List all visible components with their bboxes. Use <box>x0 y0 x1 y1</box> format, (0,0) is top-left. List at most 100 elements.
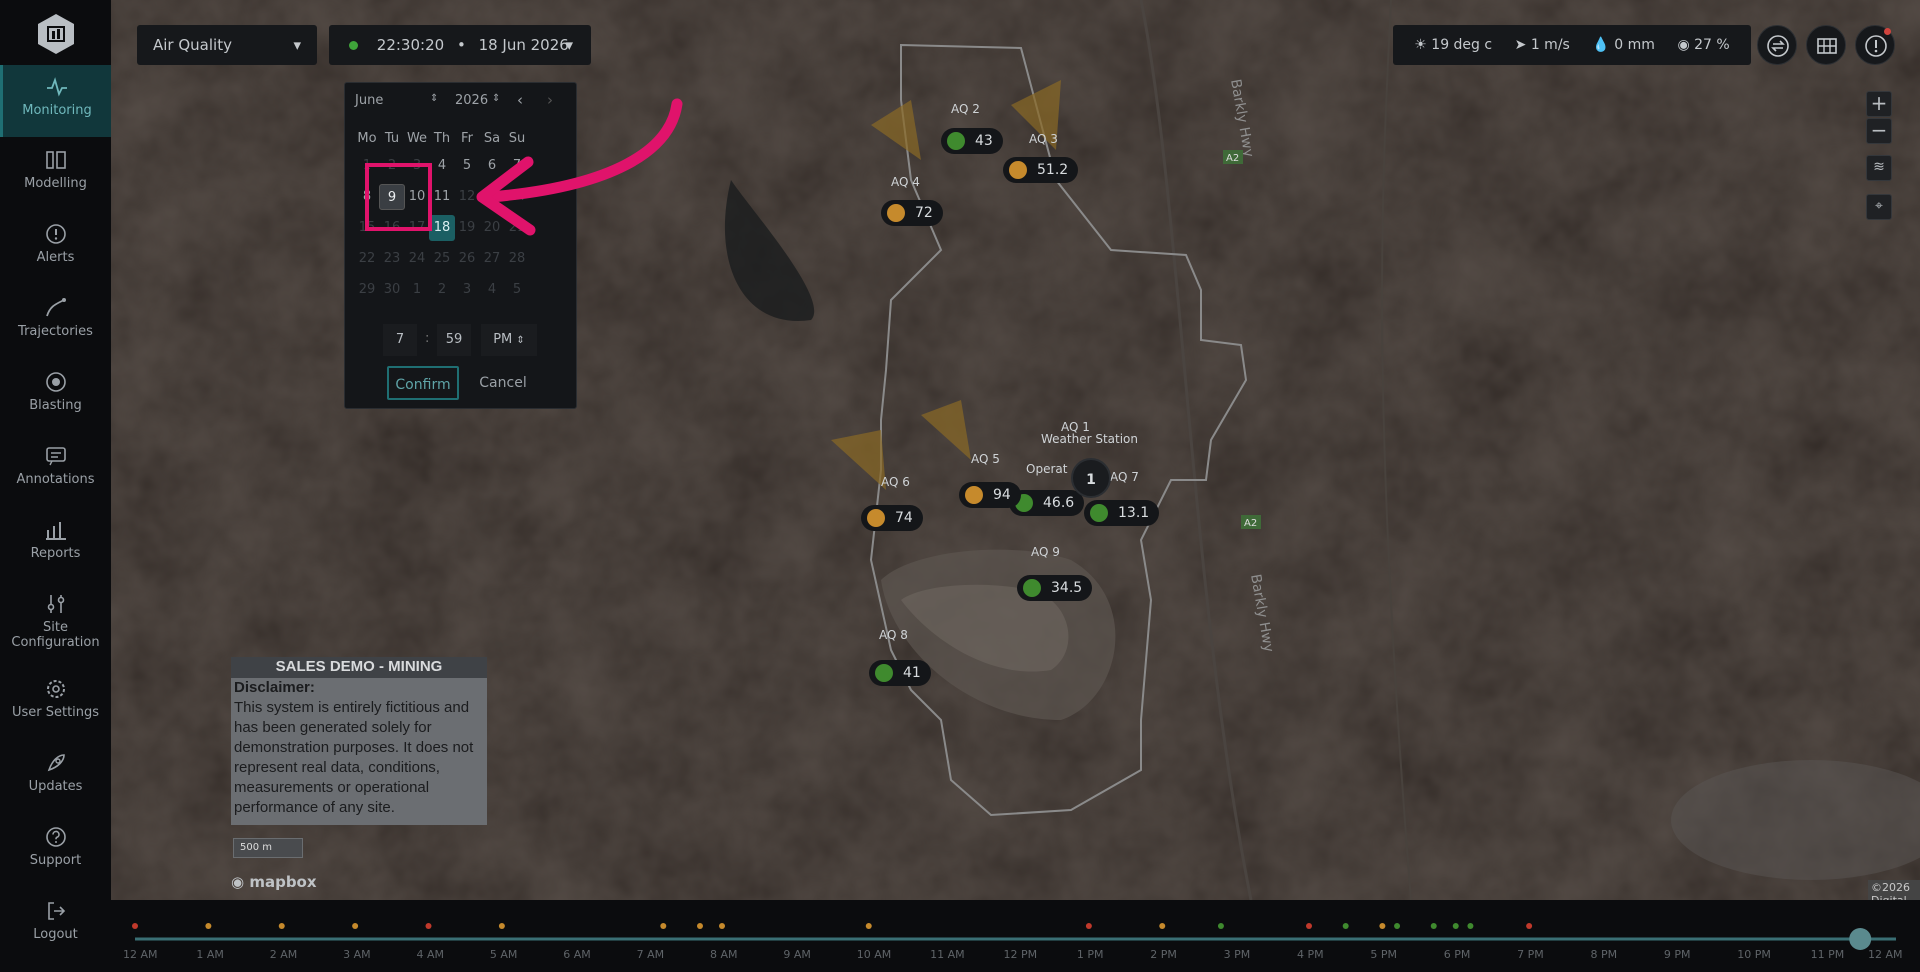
station-marker[interactable]: 34.5 <box>1017 575 1093 601</box>
cancel-button[interactable]: Cancel <box>473 366 533 400</box>
mapbox-logo: ◉ mapbox <box>231 873 317 891</box>
timeline[interactable]: 12 AM 1 AM 2 AM 3 AM 4 AM 5 AM 6 AM 7 AM 8 AM 9 A… <box>111 900 1920 972</box>
sidebar-item-label: Trajectories <box>18 324 93 339</box>
month-select[interactable]: June <box>355 93 383 108</box>
humidity-readout: ◉ 27 % <box>1677 37 1730 53</box>
temperature-readout: ☀ 19 deg c <box>1414 37 1493 53</box>
sidebar-item-alerts[interactable]: Alerts <box>0 212 111 284</box>
month-stepper-icon[interactable]: ⇕ <box>430 93 438 104</box>
sidebar-item-user-settings[interactable]: User Settings <box>0 667 111 739</box>
station-marker[interactable]: 51.2 <box>1003 157 1079 183</box>
help-icon <box>45 827 66 847</box>
timeline-event-marker <box>1159 923 1166 929</box>
modelling-icon <box>45 151 66 169</box>
alert-icon <box>1865 35 1887 57</box>
calendar-day[interactable]: 25 <box>429 246 455 272</box>
wind-readout: ➤ 1 m/s <box>1514 37 1570 53</box>
svg-text:A2: A2 <box>1226 153 1239 164</box>
calendar-day[interactable]: 28 <box>504 246 530 272</box>
station-label: AQ 9 <box>1031 545 1060 559</box>
calendar-day[interactable]: 4 <box>429 153 455 179</box>
timeline-hour-label: 3 AM <box>343 948 371 961</box>
layers-button[interactable]: ≋ <box>1866 155 1892 181</box>
sidebar-item-updates[interactable]: Updates <box>0 741 111 813</box>
rain-readout: 💧 0 mm <box>1592 37 1655 53</box>
timeline-event-marker <box>278 923 285 929</box>
timeline-hour-label: 2 AM <box>269 948 298 961</box>
map-pin-icon: ⌖ <box>1875 198 1883 214</box>
station-marker[interactable]: 72 <box>881 200 943 226</box>
sidebar-item-site-configuration[interactable]: Site Configuration <box>0 582 111 654</box>
sidebar-item-annotations[interactable]: Annotations <box>0 434 111 506</box>
timeline-event-marker <box>1217 923 1224 929</box>
station-label: AQ 4 <box>891 175 920 189</box>
swap-button[interactable] <box>1757 25 1797 65</box>
calendar-day[interactable]: 26 <box>454 246 480 272</box>
station-marker[interactable]: 94 <box>959 482 1021 508</box>
status-dot <box>1023 579 1041 597</box>
map-view[interactable]: Barkly Hwy A2 A2 Barkly Hwy AQ 2 43 AQ 3 51… <box>111 0 1920 900</box>
humidity-icon: ◉ <box>1677 37 1690 53</box>
sidebar-item-trajectories[interactable]: Trajectories <box>0 286 111 358</box>
timeline-event-marker <box>1526 923 1533 929</box>
stepper-icon: ⇕ <box>516 335 525 346</box>
map-scale: 500 m <box>233 838 303 858</box>
ampm-select[interactable]: PM ⇕ <box>481 324 537 356</box>
time-select[interactable]: 22:30:20 • 18 Jun 2026 ▾ <box>329 25 591 65</box>
sidebar-item-blasting[interactable]: Blasting <box>0 360 111 432</box>
timeline-track[interactable] <box>111 900 1920 972</box>
timeline-hour-label: 8 PM <box>1590 948 1618 961</box>
confirm-button[interactable]: Confirm <box>387 366 459 400</box>
zoom-in-button[interactable]: + <box>1866 91 1892 117</box>
sidebar-item-support[interactable]: Support <box>0 815 111 887</box>
timeline-event-marker <box>696 923 703 929</box>
hour-input[interactable]: 7 <box>383 324 417 356</box>
timeline-hour-label: 12 AM <box>1868 948 1903 961</box>
map-attribution[interactable]: ©2026 Digital Globe (Maxar) <box>1868 880 1920 900</box>
calendar-day[interactable]: 3 <box>454 277 480 303</box>
calendar-day[interactable]: 29 <box>354 277 380 303</box>
raindrop-icon: 💧 <box>1592 37 1610 53</box>
weather-summary: ☀ 19 deg c ➤ 1 m/s 💧 0 mm ◉ 27 % <box>1393 25 1751 65</box>
zoom-out-button[interactable]: − <box>1866 118 1892 144</box>
minute-input[interactable]: 59 <box>437 324 471 356</box>
timeline-event-marker <box>1379 923 1386 929</box>
calendar-day[interactable]: 11 <box>429 184 455 210</box>
timeline-hour-label: 5 PM <box>1370 948 1397 961</box>
alerts-button[interactable] <box>1855 25 1895 65</box>
locate-button[interactable]: ⌖ <box>1866 194 1892 220</box>
calendar-day[interactable]: 30 <box>379 277 405 303</box>
station-marker[interactable]: 13.1 <box>1084 500 1160 526</box>
calendar-day[interactable]: 5 <box>504 277 530 303</box>
sidebar-item-logout[interactable]: Logout <box>0 889 111 961</box>
timeline-hour-label: 4 AM <box>416 948 445 961</box>
timeline-hour-label: 9 AM <box>783 948 811 961</box>
calendar-day[interactable]: 24 <box>404 246 430 272</box>
cluster-marker[interactable]: 1 <box>1071 458 1111 498</box>
sidebar-item-reports[interactable]: Reports <box>0 508 111 580</box>
sidebar-item-monitoring[interactable]: Monitoring <box>0 65 111 137</box>
rocket-icon <box>47 754 65 772</box>
station-marker[interactable]: 43 <box>941 128 1003 154</box>
disclaimer-panel: SALES DEMO - MINING Disclaimer: This sys… <box>231 657 487 825</box>
calendar-day[interactable]: 22 <box>354 246 380 272</box>
calendar-day[interactable]: 18 <box>429 215 455 241</box>
grid-view-button[interactable] <box>1806 25 1846 65</box>
calendar-day[interactable]: 1 <box>404 277 430 303</box>
calendar-day[interactable]: 27 <box>479 246 505 272</box>
sidebar-item-modelling[interactable]: Modelling <box>0 138 111 210</box>
timeline-handle[interactable] <box>1849 928 1872 950</box>
calendar-day[interactable]: 4 <box>479 277 505 303</box>
timeline-hour-label: 5 AM <box>489 948 518 961</box>
disclaimer-heading: Disclaimer: <box>234 679 315 696</box>
station-marker[interactable]: 41 <box>869 660 931 686</box>
sidebar: Monitoring Modelling Alerts Trajectories Bla… <box>0 0 111 972</box>
calendar-day[interactable]: 2 <box>429 277 455 303</box>
calendar-day[interactable]: 23 <box>379 246 405 272</box>
layer-select[interactable]: Air Quality ▾ <box>137 25 317 65</box>
timeline-event-marker <box>719 923 725 929</box>
tutorial-highlight-box <box>365 163 432 231</box>
station-marker[interactable]: 74 <box>861 505 923 531</box>
wind-direction-icon: ➤ <box>1514 37 1527 53</box>
timeline-hour-label: 8 AM <box>710 948 738 961</box>
